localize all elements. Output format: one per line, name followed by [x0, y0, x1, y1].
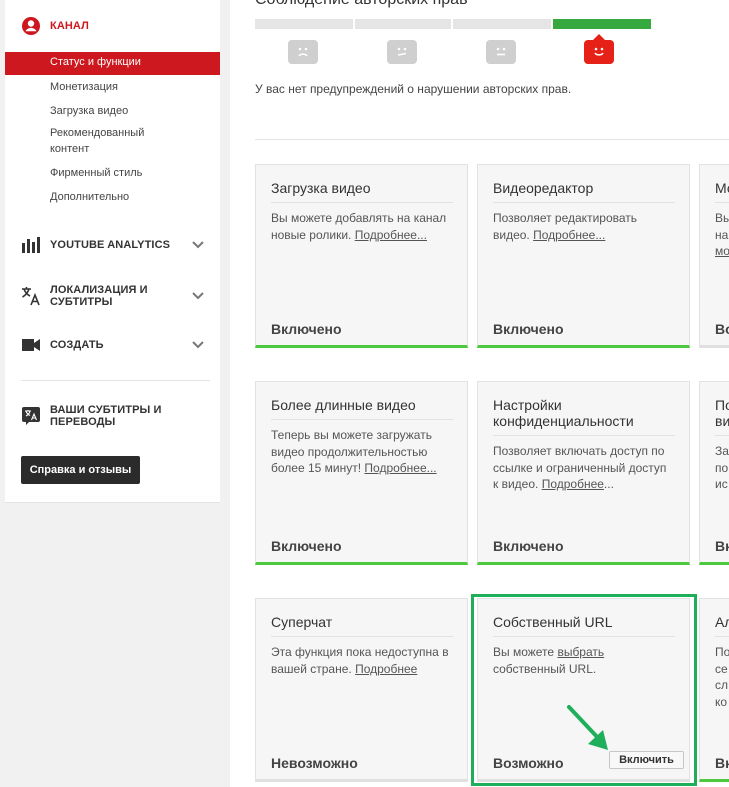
card-description: Эта функция пока недоступна в вашей стра… — [271, 645, 449, 676]
more-link[interactable]: Подробнее... — [355, 228, 427, 242]
copyright-title: Соблюдение авторских прав — [255, 0, 468, 9]
translate-icon — [21, 286, 41, 306]
more-link[interactable]: мо — [715, 244, 729, 258]
sidebar-section-localization[interactable]: ЛОКАЛИЗАЦИЯ И СУБТИТРЫ — [5, 284, 220, 308]
more-link[interactable]: Подробнее... — [533, 228, 605, 242]
strike-bar-segment-active — [553, 19, 651, 29]
sidebar-item-featured-2[interactable]: контент — [50, 141, 89, 157]
feature-card-partial: Мо Вы на мо Во — [699, 164, 729, 348]
strike-bar-segment — [255, 19, 353, 29]
copyright-note: У вас нет предупреждений о нарушении авт… — [255, 82, 572, 96]
card-title: Загрузка видео — [271, 180, 453, 203]
sad-face-icon — [288, 40, 318, 64]
sidebar-item-featured[interactable]: Рекомендованный — [50, 125, 144, 141]
card-description: Позволяет редактировать видео. Подробнее… — [493, 211, 638, 242]
sidebar-section-channel[interactable]: КАНАЛ — [5, 16, 220, 36]
card-status: Вк — [715, 755, 729, 771]
feature-card-partial: По ви За по ис Вк — [699, 381, 729, 565]
happy-face-icon — [584, 40, 614, 64]
channel-label: КАНАЛ — [50, 20, 89, 32]
skeptical-face-icon — [387, 40, 417, 64]
card-status: Включено — [493, 321, 564, 337]
strike-bar-segment — [355, 19, 451, 29]
card-description: По се сл ко — [715, 645, 729, 709]
sidebar-section-subtitles[interactable]: ВАШИ СУБТИТРЫ И ПЕРЕВОДЫ — [5, 404, 220, 428]
feature-card-superchat: Суперчат Эта функция пока недоступна в в… — [255, 598, 468, 782]
chevron-down-icon — [191, 289, 205, 303]
card-title: Ал — [715, 614, 729, 637]
sidebar-item-upload[interactable]: Загрузка видео — [50, 103, 128, 119]
bar-chart-icon — [21, 235, 41, 255]
card-title: По ви — [715, 397, 729, 436]
more-link[interactable]: Подробнее — [542, 477, 604, 491]
card-description: За по ис — [715, 444, 729, 491]
more-link[interactable]: Подробнее — [355, 662, 417, 676]
card-description: Вы на мо — [715, 211, 729, 258]
card-title: Более длинные видео — [271, 397, 453, 420]
card-title: Видеоредактор — [493, 180, 675, 203]
highlight-frame — [471, 594, 697, 786]
feature-card-upload: Загрузка видео Вы можете добавлять на ка… — [255, 164, 468, 348]
card-description: Позволяет включать доступ по ссылке и ог… — [493, 444, 667, 491]
card-description: Вы можете добавлять на канал новые ролик… — [271, 211, 447, 242]
feature-card-partial: Ал По се сл ко Вк — [699, 598, 729, 782]
card-title: Суперчат — [271, 614, 453, 637]
card-status: Включено — [271, 538, 342, 554]
video-camera-icon — [21, 335, 41, 355]
chevron-down-icon — [191, 238, 205, 252]
card-status: Вк — [715, 538, 729, 554]
chevron-down-icon — [191, 338, 205, 352]
sidebar-item-monetization[interactable]: Монетизация — [50, 79, 118, 95]
strike-bar-segment — [453, 19, 551, 29]
sidebar-divider — [21, 380, 210, 381]
sidebar-item-status[interactable]: Статус и функции — [5, 52, 220, 75]
feature-card-editor: Видеоредактор Позволяет редактировать ви… — [477, 164, 690, 348]
feature-card-privacy: Настройки конфиденциальности Позволяет вк… — [477, 381, 690, 565]
sidebar-item-branding[interactable]: Фирменный стиль — [50, 165, 142, 181]
help-feedback-button[interactable]: Справка и отзывы — [21, 456, 140, 484]
more-link[interactable]: Подробнее... — [364, 461, 436, 475]
card-title: Мо — [715, 180, 729, 203]
card-status: Включено — [271, 321, 342, 337]
card-status: Включено — [493, 538, 564, 554]
sidebar-section-analytics[interactable]: YOUTUBE ANALYTICS — [5, 235, 220, 255]
card-status: Во — [715, 321, 729, 337]
account-circle-icon — [21, 16, 41, 36]
feature-card-long-videos: Более длинные видео Теперь вы можете заг… — [255, 381, 468, 565]
main-content: Соблюдение авторских прав У вас нет пред… — [230, 0, 729, 787]
green-arrow-icon — [567, 705, 608, 750]
subtitles-translate-icon — [21, 406, 41, 426]
neutral-face-icon — [486, 40, 516, 64]
sidebar-section-create[interactable]: СОЗДАТЬ — [5, 335, 220, 355]
card-description: Теперь вы можете загружать видео продолж… — [271, 428, 437, 475]
card-status: Невозможно — [271, 755, 358, 771]
section-divider — [255, 139, 729, 140]
sidebar: КАНАЛ Статус и функции Монетизация Загру… — [5, 0, 220, 503]
card-title: Настройки конфиденциальности — [493, 397, 675, 436]
sidebar-item-advanced[interactable]: Дополнительно — [50, 189, 129, 205]
